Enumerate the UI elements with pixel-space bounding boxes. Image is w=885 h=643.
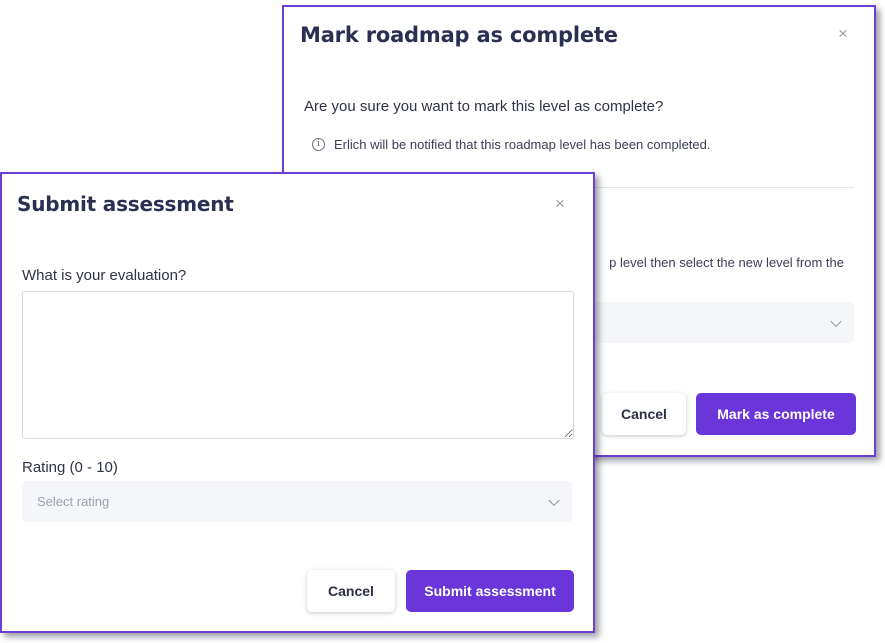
info-icon: i: [312, 138, 325, 151]
cancel-button[interactable]: Cancel: [602, 393, 686, 435]
submit-assessment-dialog: Submit assessment × What is your evaluat…: [0, 172, 595, 633]
info-notice: i Erlich will be notified that this road…: [312, 137, 711, 152]
chevron-down-icon: [830, 315, 842, 327]
info-text: Erlich will be notified that this roadma…: [334, 137, 711, 152]
evaluation-textarea[interactable]: [22, 291, 574, 439]
rating-placeholder: Select rating: [37, 494, 110, 509]
dialog-title: Mark roadmap as complete: [300, 23, 618, 47]
close-icon[interactable]: ×: [551, 195, 569, 213]
submit-assessment-button[interactable]: Submit assessment: [406, 570, 574, 612]
close-icon[interactable]: ×: [834, 25, 852, 43]
confirmation-question: Are you sure you want to mark this level…: [304, 98, 664, 115]
rating-label: Rating (0 - 10): [22, 459, 118, 476]
mark-as-complete-button[interactable]: Mark as complete: [696, 393, 856, 435]
cancel-button[interactable]: Cancel: [307, 570, 395, 612]
evaluation-label: What is your evaluation?: [22, 267, 187, 284]
chevron-down-icon: [548, 494, 560, 506]
rating-select[interactable]: Select rating: [22, 481, 572, 522]
dialog-title: Submit assessment: [17, 192, 234, 216]
